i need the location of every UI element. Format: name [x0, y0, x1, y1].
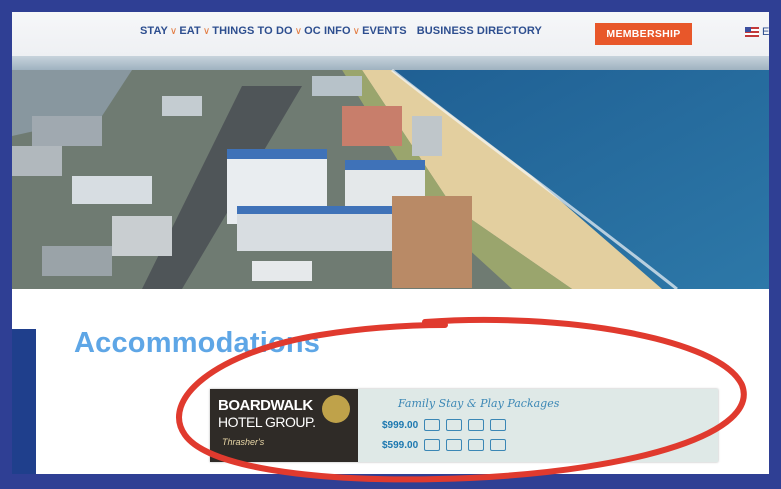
- page-content: Accommodations BOARDWALK HOTEL GROUP. Th…: [12, 289, 769, 474]
- page-title: Accommodations: [74, 327, 321, 359]
- chevron-down-icon: ∨: [169, 25, 178, 37]
- nav-item-things-to-do[interactable]: THINGS TO DO ∨: [212, 25, 304, 37]
- aerial-beach-photo: [12, 56, 769, 289]
- ad-package-row: $599.00: [382, 439, 507, 451]
- ad-package-row: $999.00: [382, 419, 507, 431]
- nav-item-business-directory[interactable]: BUSINESS DIRECTORY: [417, 25, 542, 37]
- ad-price: $599.00: [382, 439, 419, 451]
- hero-image: [12, 56, 769, 289]
- hotel-icon: [424, 439, 441, 451]
- side-accent-bar: [12, 329, 36, 474]
- nav-item-stay[interactable]: STAY ∨: [140, 25, 179, 37]
- ticket-icon: [490, 439, 507, 451]
- nav-item-events[interactable]: EVENTS: [362, 25, 407, 37]
- chevron-down-icon: ∨: [352, 25, 361, 37]
- hotel-icon: [424, 419, 441, 431]
- ad-package-panel: Family Stay & Play Packages $999.00 $599…: [358, 389, 718, 462]
- ad-brand-partner: Thrasher's: [222, 437, 265, 447]
- bed-icon: [446, 419, 463, 431]
- ad-price: $999.00: [382, 419, 419, 431]
- ticket-icon: [490, 419, 507, 431]
- language-selector[interactable]: E: [762, 26, 769, 38]
- us-flag-icon[interactable]: [745, 27, 759, 37]
- chevron-down-icon: ∨: [294, 25, 303, 37]
- boardwalk-hotel-ad-banner[interactable]: BOARDWALK HOTEL GROUP. Thrasher's Family…: [210, 389, 718, 462]
- food-icon: [468, 439, 485, 451]
- nav-menu: STAY ∨ EAT ∨ THINGS TO DO ∨ OC INFO ∨ EVENTS…: [140, 25, 542, 37]
- ad-brand-panel: BOARDWALK HOTEL GROUP. Thrasher's: [210, 389, 358, 462]
- nav-item-oc-info[interactable]: OC INFO ∨: [304, 25, 362, 37]
- ad-brand-name: BOARDWALK: [218, 397, 313, 414]
- chevron-down-icon: ∨: [202, 25, 211, 37]
- top-navigation: STAY ∨ EAT ∨ THINGS TO DO ∨ OC INFO ∨ EVENTS…: [12, 12, 769, 56]
- seal-icon: [322, 395, 350, 423]
- browser-viewport: STAY ∨ EAT ∨ THINGS TO DO ∨ OC INFO ∨ EVENTS…: [12, 12, 769, 474]
- nav-item-eat[interactable]: EAT ∨: [179, 25, 212, 37]
- ad-headline: Family Stay & Play Packages: [398, 397, 560, 410]
- ad-brand-subname: HOTEL GROUP.: [218, 414, 316, 430]
- membership-button[interactable]: MEMBERSHIP: [595, 23, 692, 45]
- bed-icon: [446, 439, 463, 451]
- food-icon: [468, 419, 485, 431]
